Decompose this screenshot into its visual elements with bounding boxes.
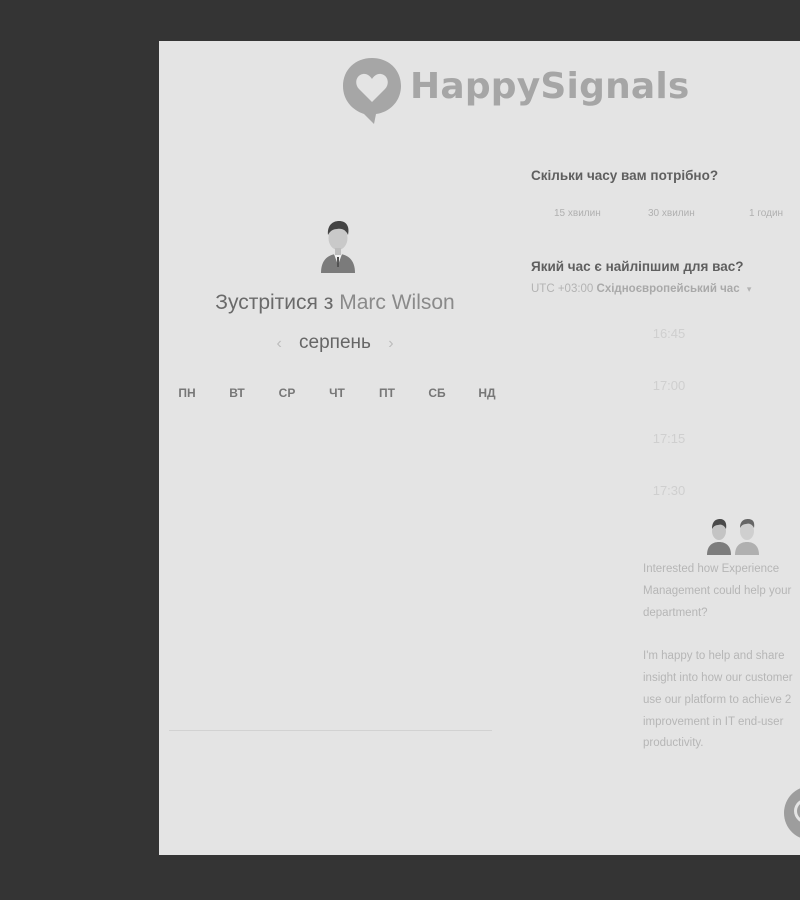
pitch-line: productivity. bbox=[643, 737, 704, 750]
weekday-fri: ПТ bbox=[379, 386, 395, 400]
weekday-header: ПН ВТ СР ЧТ ПТ СБ НД bbox=[169, 386, 505, 400]
time-slot-1700[interactable]: 17:00 bbox=[639, 378, 699, 393]
time-question: Який час є найліпшим для вас? bbox=[531, 259, 744, 274]
heart-speech-bubble-icon bbox=[343, 58, 401, 124]
weekday-tue: ВТ bbox=[229, 386, 245, 400]
sales-pitch: Interested how Experience Management cou… bbox=[643, 559, 800, 755]
chat-button[interactable] bbox=[784, 786, 800, 840]
prev-month-button[interactable]: ‹ bbox=[276, 335, 281, 352]
pitch-line: I'm happy to help and share bbox=[643, 650, 785, 663]
pitch-line: department? bbox=[643, 606, 708, 619]
weekday-thu: ЧТ bbox=[329, 386, 345, 400]
weekday-sun: НД bbox=[478, 386, 496, 400]
duration-options: 15 хвилин 30 хвилин 1 годин bbox=[531, 208, 800, 222]
happysignals-logo: HappySignals bbox=[341, 55, 689, 125]
logo-text: HappySignals bbox=[410, 66, 690, 107]
time-slot-1730[interactable]: 17:30 bbox=[639, 483, 699, 498]
chat-bubble-icon bbox=[794, 798, 800, 824]
weekday-mon: ПН bbox=[178, 386, 196, 400]
team-avatars bbox=[707, 519, 759, 555]
timezone-name: Східноєвропейський час bbox=[596, 283, 740, 295]
host-name: Marc Wilson bbox=[339, 291, 455, 314]
weekday-wed: СР bbox=[278, 386, 296, 400]
pitch-line: use our platform to achieve 2 bbox=[643, 693, 792, 706]
host-title: Зустрітися з Marc Wilson bbox=[159, 291, 511, 315]
month-navigation: ‹ серпень › bbox=[159, 332, 511, 354]
duration-option-15[interactable]: 15 хвилин bbox=[554, 208, 601, 219]
calendar-divider bbox=[169, 730, 492, 731]
chevron-down-icon: ▾ bbox=[746, 284, 752, 294]
weekday-sat: СБ bbox=[428, 386, 446, 400]
pitch-line: Management could help your bbox=[643, 584, 792, 597]
pitch-line: improvement in IT end-user bbox=[643, 715, 784, 728]
pitch-line: insight into how our customer bbox=[643, 671, 793, 684]
host-avatar bbox=[321, 221, 355, 273]
booking-panel: HappySignals Зустрітися з Marc Wilson ‹ … bbox=[159, 41, 800, 855]
duration-option-30[interactable]: 30 хвилин bbox=[648, 208, 695, 219]
host-title-prefix: Зустрітися з bbox=[215, 291, 334, 314]
pitch-line: Interested how Experience bbox=[643, 563, 780, 575]
timezone-offset: UTC +03:00 bbox=[531, 283, 594, 295]
month-label: серпень bbox=[299, 332, 371, 353]
time-slot-1715[interactable]: 17:15 bbox=[639, 431, 699, 446]
duration-option-60[interactable]: 1 годин bbox=[749, 208, 783, 219]
time-slot-1645[interactable]: 16:45 bbox=[639, 326, 699, 341]
next-month-button[interactable]: › bbox=[388, 335, 393, 352]
duration-question: Скільки часу вам потрібно? bbox=[531, 168, 719, 183]
timezone-selector[interactable]: UTC +03:00 Східноєвропейський час ▾ bbox=[531, 283, 751, 295]
